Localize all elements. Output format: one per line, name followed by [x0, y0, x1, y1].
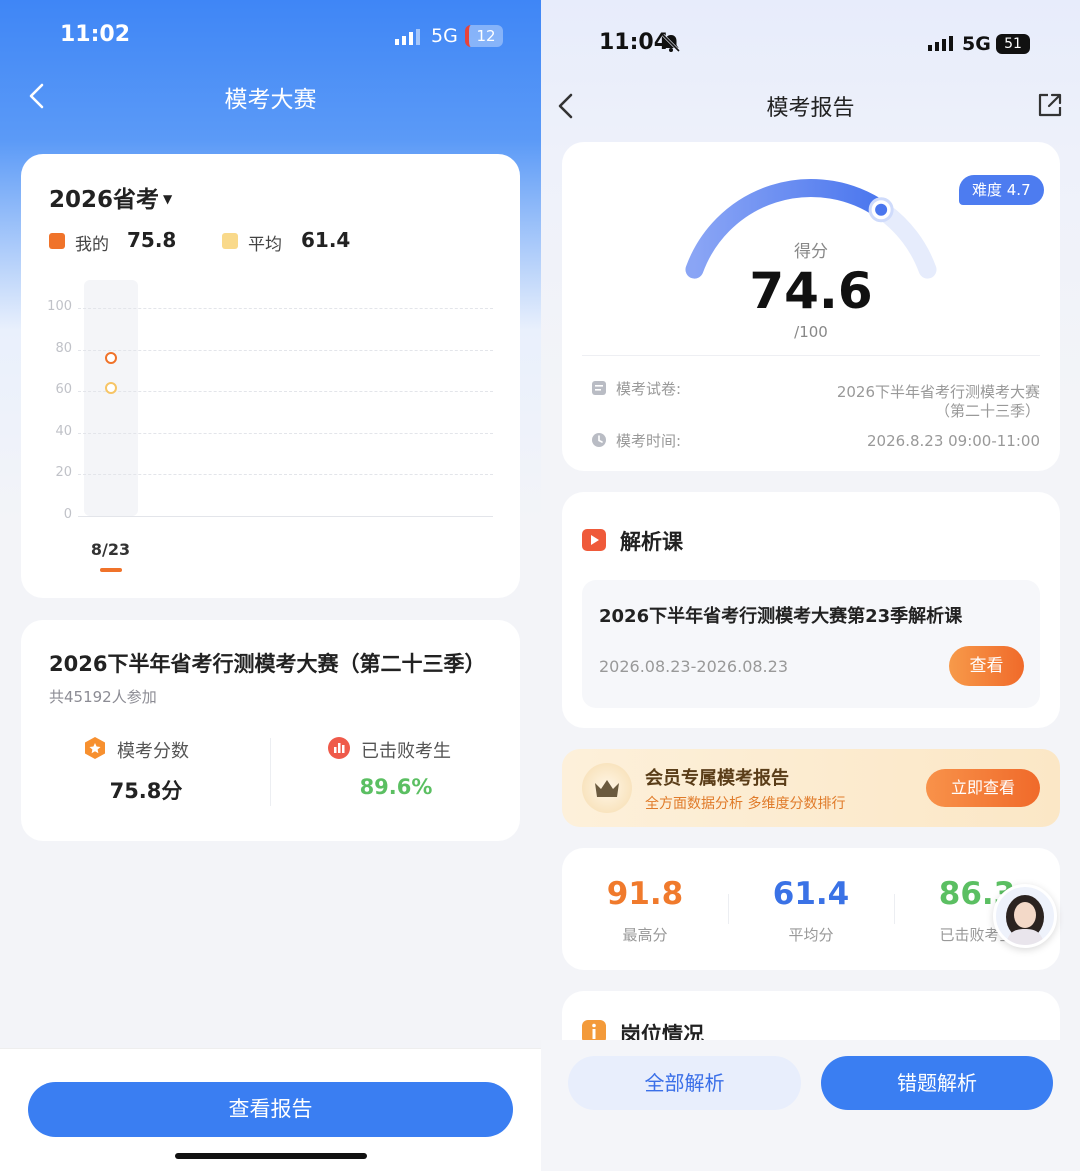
ranking-chart-icon — [327, 736, 351, 760]
exam-selector[interactable]: 2026省考 ▼ — [49, 180, 172, 214]
network-label: 5G — [962, 33, 991, 55]
all-analysis-button[interactable]: 全部解析 — [568, 1056, 801, 1110]
paper-value-line1: 2026下半年省考行测模考大赛 — [836, 383, 1040, 401]
legend-mine-swatch — [49, 233, 65, 249]
x-tick-indicator — [100, 568, 122, 572]
page-title: 模考报告 — [766, 96, 855, 121]
crown-icon — [593, 777, 621, 799]
status-time: 11:04 — [599, 30, 670, 55]
paper-value-line2: （第二十三季） — [934, 402, 1040, 420]
caret-down-icon: ▼ — [163, 192, 173, 206]
stat-average-value: 61.4 — [772, 876, 850, 912]
battery-indicator: 12 — [465, 25, 503, 47]
stat-score-value: 75.8分 — [109, 779, 183, 803]
stat-score-label: 模考分数 — [117, 741, 189, 762]
avatar-portrait-icon — [1006, 895, 1044, 945]
course-item[interactable]: 2026下半年省考行测模考大赛第23季解析课 2026.08.23-2026.0… — [582, 580, 1040, 708]
wrong-answer-analysis-button[interactable]: 错题解析 — [821, 1056, 1053, 1110]
paper-label: 模考试卷: — [616, 380, 682, 398]
score-card: 难度 4.7 得分 74.6 /100 模考试卷: 2026下半年省考行测模考大… — [562, 142, 1060, 471]
left-screen: 11:02 5G 12 模考大赛 2026省考 ▼ 我的 75.8 平均 61.4… — [0, 0, 541, 1171]
contest-title: 2026下半年省考行测模考大赛（第二十三季） — [49, 652, 486, 676]
stat-highest-value: 91.8 — [606, 876, 684, 912]
score-card-divider — [582, 355, 1040, 356]
stat-highest-label: 最高分 — [622, 926, 668, 944]
stat-average-label: 平均分 — [788, 926, 834, 944]
assistant-avatar[interactable] — [993, 884, 1057, 948]
exam-selector-label: 2026省考 — [49, 187, 160, 213]
stats-card: 91.8 最高分 61.4 平均分 86.3 已击败考生 — [562, 848, 1060, 970]
time-value: 2026.8.23 09:00-11:00 — [867, 432, 1040, 450]
participant-count: 共45192人参加 — [49, 688, 157, 706]
share-export-icon[interactable] — [1037, 92, 1063, 118]
document-icon — [591, 380, 607, 396]
legend-mine-value: 75.8 — [127, 228, 177, 252]
vip-view-button[interactable]: 立即查看 — [926, 769, 1040, 807]
time-label: 模考时间: — [616, 432, 682, 450]
stat-defeated-label: 已击败考生 — [361, 741, 451, 762]
contest-info-card[interactable]: 2026下半年省考行测模考大赛（第二十三季） 共45192人参加 模考分数 75… — [21, 620, 520, 841]
video-play-icon — [582, 529, 606, 551]
score-total: /100 — [794, 323, 828, 341]
vip-banner-subtitle: 全方面数据分析 多维度分数排行 — [645, 796, 846, 812]
chart-card: 2026省考 ▼ 我的 75.8 平均 61.4 — [21, 154, 520, 598]
legend-mine-label: 我的 — [75, 235, 109, 255]
status-time: 11:02 — [60, 22, 131, 47]
analysis-course-card: 解析课 2026下半年省考行测模考大赛第23季解析课 2026.08.23-20… — [562, 492, 1060, 728]
right-screen: 11:04 5G 51 模考报告 难度 4.7 得分 74.6 /100 模考试… — [541, 0, 1080, 1171]
legend-avg-swatch — [222, 233, 238, 249]
mute-bell-icon — [661, 33, 681, 53]
view-report-button[interactable]: 查看报告 — [28, 1082, 513, 1137]
home-indicator — [175, 1153, 367, 1159]
signal-icon — [394, 28, 422, 46]
legend-avg-label: 平均 — [248, 235, 282, 255]
page-title: 模考大赛 — [224, 87, 317, 113]
battery-indicator: 51 — [996, 34, 1030, 54]
gauge-knob-dot — [875, 203, 888, 216]
course-view-button[interactable]: 查看 — [949, 646, 1024, 686]
vip-report-banner[interactable]: 会员专属模考报告 全方面数据分析 多维度分数排行 立即查看 — [562, 749, 1060, 827]
clock-icon — [591, 432, 607, 448]
course-section-heading: 解析课 — [620, 530, 683, 554]
signal-icon — [927, 36, 955, 52]
course-date: 2026.08.23-2026.08.23 — [599, 657, 788, 676]
score-label: 得分 — [794, 242, 828, 262]
network-label: 5G — [431, 25, 458, 47]
stat-defeated-value: 89.6% — [359, 775, 433, 799]
score-value: 74.6 — [749, 262, 873, 320]
course-title: 2026下半年省考行测模考大赛第23季解析课 — [599, 606, 963, 627]
x-tick-label: 8/23 — [90, 540, 131, 559]
score-badge-icon — [83, 736, 107, 760]
vip-banner-title: 会员专属模考报告 — [645, 768, 789, 789]
legend-avg-value: 61.4 — [301, 228, 351, 252]
